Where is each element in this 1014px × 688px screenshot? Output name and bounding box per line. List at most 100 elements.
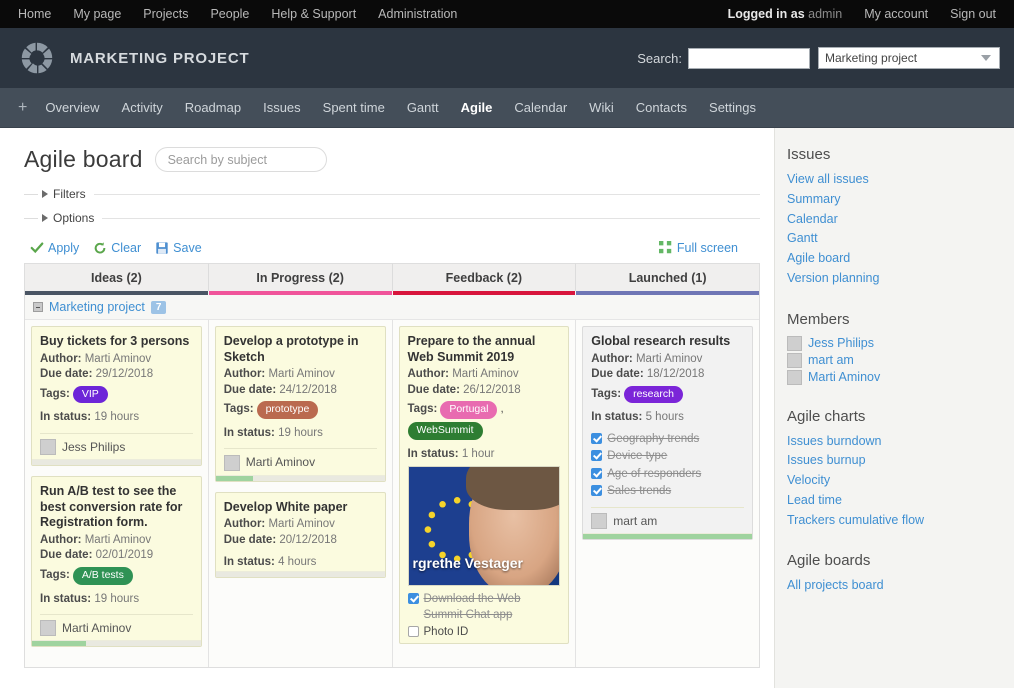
options-toggle[interactable]: Options <box>24 211 760 225</box>
topbar-link-my-page[interactable]: My page <box>73 7 121 21</box>
nav-item-wiki[interactable]: Wiki <box>589 100 614 115</box>
card-due-date: Due date: 02/01/2019 <box>40 549 154 562</box>
nav-item-overview[interactable]: Overview <box>45 100 99 115</box>
card-tag[interactable]: VIP <box>72 385 108 404</box>
sidebar-member-link[interactable]: Jess Philips <box>808 336 874 350</box>
sign-out-link[interactable]: Sign out <box>950 7 996 21</box>
board-card[interactable]: Develop White paper Author: Marti Aminov D… <box>214 491 386 578</box>
sidebar-link-view-all-issues[interactable]: View all issues <box>781 170 1014 190</box>
board-column-headers: Ideas (2) In Progress (2) Feedback (2) Laun… <box>25 263 759 295</box>
checklist-item[interactable]: Device type <box>591 449 744 465</box>
checkbox-icon[interactable] <box>591 485 603 497</box>
filters-label: Filters <box>53 187 86 201</box>
card-tag[interactable]: A/B tests <box>72 566 133 585</box>
filter-actions: Apply Clear Save Full screen <box>30 241 760 255</box>
tag-separator: , <box>500 403 504 416</box>
card-tag[interactable]: prototype <box>256 401 319 419</box>
sidebar-link-issues-burndown[interactable]: Issues burndown <box>781 432 1014 452</box>
search-input[interactable] <box>688 47 810 69</box>
checklist-item[interactable]: Geography trends <box>591 432 744 448</box>
nav-item-settings[interactable]: Settings <box>709 100 756 115</box>
card-in-status: In status: 19 hours <box>223 426 323 439</box>
checklist-item[interactable]: Photo ID <box>407 625 561 641</box>
board-column: Develop a prototype in Sketch Author: Mar… <box>209 320 393 668</box>
board-card[interactable]: Buy tickets for 3 persons Author: Marti A… <box>31 326 202 466</box>
topbar-link-home[interactable]: Home <box>18 7 51 21</box>
checklist-item[interactable]: Download the Web Summit Chat app <box>407 592 561 623</box>
card-author: Author: Marti Aminov <box>40 533 152 546</box>
divider <box>24 217 38 219</box>
checkbox-icon[interactable] <box>591 450 603 462</box>
checklist-item[interactable]: Sales trends <box>591 484 744 500</box>
board-column-color-bar <box>208 291 392 295</box>
avatar <box>40 620 56 637</box>
sidebar-member-link[interactable]: Marti Aminov <box>808 370 880 384</box>
board-card[interactable]: Global research results Author: Marti Ami… <box>582 326 753 541</box>
avatar <box>223 454 240 471</box>
sidebar-link-velocity[interactable]: Velocity <box>781 471 1014 491</box>
sidebar-link-all-projects-board[interactable]: All projects board <box>781 576 1014 596</box>
checkbox-icon[interactable] <box>591 432 603 444</box>
topbar-link-administration[interactable]: Administration <box>378 7 457 21</box>
card-title: Develop White paper <box>223 499 348 514</box>
my-account-link[interactable]: My account <box>864 7 928 21</box>
apply-button[interactable]: Apply <box>30 241 79 255</box>
sidebar-link-trackers-cumulative-flow[interactable]: Trackers cumulative flow <box>781 511 1014 531</box>
sidebar-link-agile-board[interactable]: Agile board <box>781 249 1014 269</box>
nav-item-agile[interactable]: Agile <box>461 100 493 115</box>
avatar <box>787 369 802 385</box>
topbar-link-people[interactable]: People <box>210 7 249 21</box>
card-in-status: In status: 1 hour <box>407 447 495 460</box>
nav-item-contacts[interactable]: Contacts <box>636 100 687 115</box>
clear-button[interactable]: Clear <box>93 241 141 255</box>
project-scope-select[interactable]: Marketing project <box>818 47 1000 69</box>
checkbox-icon[interactable] <box>407 593 419 605</box>
logged-in-status: Logged in as admin <box>728 7 843 21</box>
logged-in-username: admin <box>808 7 843 21</box>
nav-item-activity[interactable]: Activity <box>122 100 163 115</box>
board-card[interactable]: Develop a prototype in Sketch Author: Mar… <box>214 326 386 482</box>
nav-item-gantt[interactable]: Gantt <box>407 100 439 115</box>
add-icon[interactable]: + <box>18 99 27 117</box>
nav-item-calendar[interactable]: Calendar <box>514 100 567 115</box>
card-tags: Tags: VIP <box>40 385 193 404</box>
full-screen-button[interactable]: Full screen <box>658 241 738 255</box>
sidebar-link-issues-burnup[interactable]: Issues burnup <box>781 451 1014 471</box>
sidebar-link-gantt[interactable]: Gantt <box>781 229 1014 249</box>
page-title-row: Agile board <box>24 146 760 173</box>
sidebar-link-calendar[interactable]: Calendar <box>781 210 1014 230</box>
nav-item-roadmap[interactable]: Roadmap <box>185 100 241 115</box>
subject-search-input[interactable] <box>154 147 327 172</box>
person-hair <box>465 467 560 510</box>
card-in-status: In status: 4 hours <box>223 556 317 569</box>
right-sidebar: Issues View all issues Summary Calendar Gant… <box>774 128 1014 688</box>
sidebar-link-version-planning[interactable]: Version planning <box>781 269 1014 289</box>
board-card[interactable]: Run A/B test to see the best conversion … <box>31 476 202 648</box>
save-button[interactable]: Save <box>155 241 202 255</box>
nav-item-spent-time[interactable]: Spent time <box>323 100 385 115</box>
card-tag[interactable]: research <box>624 385 683 404</box>
card-progress-bar <box>32 640 201 647</box>
checklist-item[interactable]: Age of responders <box>591 467 744 483</box>
sidebar-link-lead-time[interactable]: Lead time <box>781 491 1014 511</box>
card-in-status: In status: 5 hours <box>591 411 684 424</box>
card-checklist: Download the Web Summit Chat app Photo ID <box>407 592 561 641</box>
checkbox-icon[interactable] <box>591 467 603 479</box>
card-tag[interactable]: Portugal <box>440 401 498 419</box>
clear-label: Clear <box>111 241 142 255</box>
board-columns: Buy tickets for 3 persons Author: Marti A… <box>25 320 759 668</box>
topbar-link-help-support[interactable]: Help & Support <box>271 7 356 21</box>
sidebar-link-summary[interactable]: Summary <box>781 190 1014 210</box>
board-column-color-bar <box>392 291 576 295</box>
filters-toggle[interactable]: Filters <box>24 187 760 201</box>
checkbox-icon[interactable] <box>407 626 419 638</box>
collapse-icon[interactable] <box>33 302 43 312</box>
topbar-link-projects[interactable]: Projects <box>143 7 188 21</box>
chevron-right-icon <box>42 190 48 198</box>
card-tag[interactable]: WebSummit <box>407 421 483 440</box>
swimlane-project-link[interactable]: Marketing project <box>49 300 145 314</box>
nav-item-issues[interactable]: Issues <box>263 100 301 115</box>
board-card[interactable]: Prepare to the annual Web Summit 2019 Aut… <box>398 326 570 644</box>
search-label: Search: <box>637 50 682 66</box>
sidebar-member-link[interactable]: mart am <box>808 353 854 367</box>
